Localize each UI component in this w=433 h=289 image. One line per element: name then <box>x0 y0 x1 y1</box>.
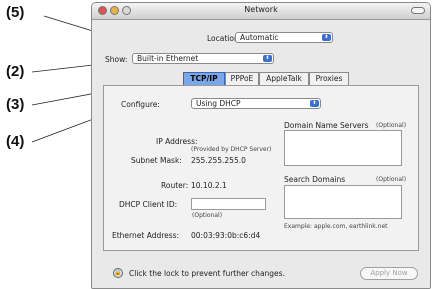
dhcp-client-id-note: (Optional) <box>192 212 223 219</box>
lock-instruction: Click the lock to prevent further change… <box>129 269 285 278</box>
tab-pppoe[interactable]: PPPoE <box>225 72 259 85</box>
location-popup[interactable]: Automatic ⬍ <box>235 32 333 43</box>
callout-5: (5) <box>6 4 25 21</box>
ip-address-label: IP Address: <box>156 137 198 146</box>
configure-popup[interactable]: Using DHCP ⬍ <box>191 98 321 109</box>
popup-arrow-icon: ⬍ <box>322 34 331 41</box>
title-bar: Network <box>92 3 430 20</box>
popup-arrow-icon: ⬍ <box>310 100 319 107</box>
tcpip-panel: Configure: Using DHCP ⬍ IP Address: (Pro… <box>103 85 419 251</box>
callout-2: (2) <box>6 63 25 80</box>
dns-label: Domain Name Servers <box>284 121 369 130</box>
callout-3: (3) <box>6 96 25 113</box>
tab-proxies[interactable]: Proxies <box>309 72 349 85</box>
ethernet-address-value: 00:03:93:0b:c6:d4 <box>191 231 261 240</box>
subnet-mask-value: 255.255.255.0 <box>191 156 246 165</box>
apply-now-button[interactable]: Apply Now <box>360 267 418 280</box>
ethernet-address-label: Ethernet Address: <box>112 231 180 240</box>
window-title: Network <box>244 5 278 14</box>
configure-label: Configure: <box>121 100 160 109</box>
location-value: Automatic <box>240 33 279 42</box>
dhcp-client-id-label: DHCP Client ID: <box>119 200 178 209</box>
search-domains-optional: (Optional) <box>376 176 407 183</box>
router-label: Router: <box>161 181 189 190</box>
callout-4: (4) <box>6 133 25 150</box>
show-value: Built-in Ethernet <box>137 54 199 63</box>
configure-value: Using DHCP <box>196 99 241 108</box>
lock-icon[interactable]: 🔒 <box>113 268 123 278</box>
dns-servers-field[interactable] <box>284 130 402 166</box>
search-domains-example: Example: apple.com, earthlink.net <box>284 223 388 230</box>
tab-tcpip[interactable]: TCP/IP <box>183 72 225 85</box>
router-value: 10.10.2.1 <box>191 181 227 190</box>
network-window: Network Location: Automatic ⬍ Show: Buil… <box>91 2 431 289</box>
dhcp-client-id-field[interactable] <box>191 198 266 210</box>
search-domains-field[interactable] <box>284 185 402 219</box>
show-label: Show: <box>105 55 128 64</box>
search-domains-label: Search Domains <box>284 175 346 184</box>
dns-optional: (Optional) <box>376 122 407 129</box>
popup-arrow-icon: ⬍ <box>263 55 272 62</box>
show-popup[interactable]: Built-in Ethernet ⬍ <box>132 53 274 64</box>
ip-address-note: (Provided by DHCP Server) <box>191 146 272 153</box>
tab-appletalk[interactable]: AppleTalk <box>259 72 309 85</box>
subnet-mask-label: Subnet Mask: <box>131 156 182 165</box>
toolbar-toggle-button[interactable] <box>411 7 425 14</box>
